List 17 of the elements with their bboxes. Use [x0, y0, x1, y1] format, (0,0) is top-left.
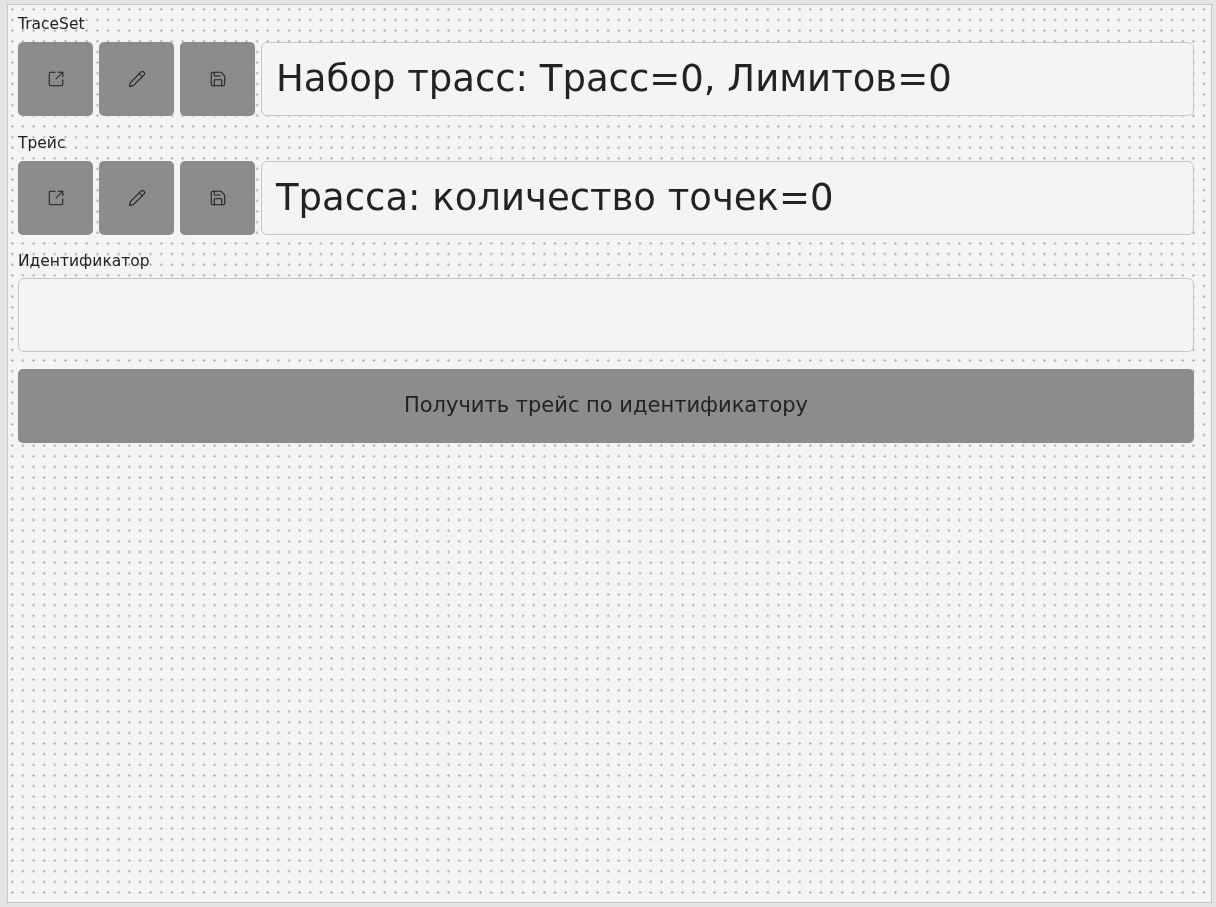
fetch-trace-button[interactable]: Получить трейс по идентификатору [18, 369, 1194, 443]
save-button[interactable] [180, 161, 255, 235]
open-external-button[interactable] [18, 42, 93, 116]
square-arrow-out-icon [46, 70, 65, 88]
square-arrow-out-icon [46, 189, 65, 207]
edit-button[interactable] [99, 42, 174, 116]
pencil-icon [127, 189, 146, 207]
save-button[interactable] [180, 42, 255, 116]
field-label: Идентификатор [18, 252, 150, 270]
edit-button[interactable] [99, 161, 174, 235]
section-label: Трейс [18, 134, 66, 152]
open-external-button[interactable] [18, 161, 93, 235]
pencil-icon [127, 70, 146, 88]
section-label: TraceSet [18, 15, 85, 33]
identifier-input-field[interactable] [18, 278, 1194, 352]
summary-field[interactable]: Набор трасс: Трасс=0, Лимитов=0 [261, 42, 1194, 116]
summary-field[interactable]: Трасса: количество точек=0 [261, 161, 1194, 235]
